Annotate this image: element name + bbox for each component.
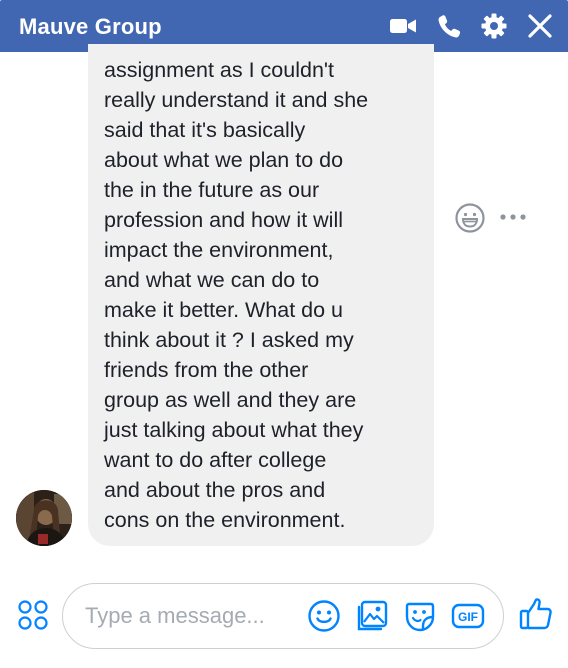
apps-grid-icon: [18, 600, 48, 630]
sender-avatar[interactable]: [16, 490, 72, 546]
message-bubble[interactable]: assignment as I couldn't really understa…: [88, 44, 434, 546]
smiley-icon: [455, 203, 485, 233]
message-line: think about it ? I asked my: [104, 328, 354, 352]
phone-icon[interactable]: [435, 12, 463, 40]
message-line: just talking about what they: [104, 418, 364, 442]
message-line: want to do after college: [104, 448, 327, 472]
message-line: assignment as I couldn't: [104, 58, 334, 82]
gif-button[interactable]: GIF: [451, 599, 485, 633]
more-options-button[interactable]: [498, 210, 528, 224]
message-line: group as well and they are: [104, 388, 357, 412]
ellipsis-icon: [500, 214, 526, 220]
message-line: said that it's basically: [104, 118, 306, 142]
gif-label: GIF: [458, 610, 478, 624]
message-line: and what we can do to: [104, 268, 320, 292]
sticker-icon[interactable]: [403, 599, 437, 633]
gear-icon[interactable]: [480, 12, 508, 40]
message-line: impact the environment,: [104, 238, 334, 262]
reaction-emoji-button[interactable]: [454, 202, 486, 234]
emoji-icon[interactable]: [307, 599, 341, 633]
message-line: profession and how it will: [104, 208, 344, 232]
message-line: make it better. What do u: [104, 298, 344, 322]
message-text: assignment as I couldn't really understa…: [104, 55, 434, 535]
apps-button[interactable]: [16, 598, 50, 632]
video-camera-icon[interactable]: [389, 12, 417, 40]
like-button[interactable]: [518, 596, 554, 632]
message-line: about what we plan to do: [104, 148, 344, 172]
message-line: cons on the environment.: [104, 508, 346, 532]
photo-icon[interactable]: [355, 599, 389, 633]
message-line: and about the pros and: [104, 478, 326, 502]
message-composer[interactable]: Type a message... GIF: [62, 583, 504, 649]
message-line: really understand it and she: [104, 88, 369, 112]
close-icon[interactable]: [526, 12, 554, 40]
thumbs-up-icon: [519, 598, 552, 630]
message-input[interactable]: Type a message...: [85, 584, 265, 648]
message-line: the in the future as our: [104, 178, 320, 202]
message-line: friends from the other: [104, 358, 309, 382]
